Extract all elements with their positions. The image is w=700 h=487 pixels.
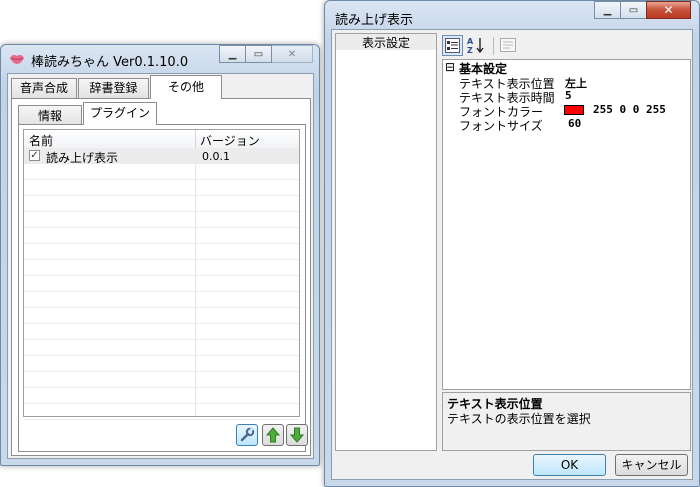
maximize-button[interactable]: ▭ xyxy=(245,45,272,63)
empty-row xyxy=(24,324,299,340)
empty-row xyxy=(24,404,299,420)
display-settings-window: 読み上げ表示 ▁ ▭ ✕ 表示設定 A Z ⊟ 基本設定 テキスト表示位置 左上… xyxy=(324,0,700,487)
close-icon: ✕ xyxy=(663,3,674,17)
minimize-icon: ▁ xyxy=(603,4,612,16)
empty-row xyxy=(24,228,299,244)
plugin-list[interactable]: 名前 バージョン ✓ 読み上げ表示 0.0.1 xyxy=(23,129,300,420)
move-down-button[interactable] xyxy=(286,424,308,446)
row-plugin-version: 0.0.1 xyxy=(202,150,230,163)
maximize-button[interactable]: ▭ xyxy=(620,1,647,19)
category-list[interactable]: 表示設定 xyxy=(335,33,437,451)
settings-window-client: 表示設定 A Z ⊟ 基本設定 テキスト表示位置 左上 テキスト表示時間 5 フ… xyxy=(331,29,693,480)
tab-dictionary[interactable]: 辞書登録 xyxy=(78,78,149,98)
arrow-up-icon xyxy=(266,427,280,443)
main-window-client: 音声合成 辞書登録 その他 情報 プラグイン 名前 バージョン ✓ 読み上げ表示… xyxy=(7,73,314,459)
list-body: ✓ 読み上げ表示 0.0.1 xyxy=(24,148,299,420)
arrow-down-icon xyxy=(290,427,304,443)
empty-row xyxy=(24,292,299,308)
maximize-icon: ▭ xyxy=(628,4,639,16)
empty-row xyxy=(24,260,299,276)
column-header-name[interactable]: 名前 xyxy=(29,132,53,149)
main-window: 棒読みちゃん Ver0.1.10.0 ▁ ▭ ✕ 音声合成 辞書登録 その他 情… xyxy=(0,44,320,466)
property-grid: ⊟ 基本設定 テキスト表示位置 左上 テキスト表示時間 5 フォントカラー 25… xyxy=(442,59,691,390)
color-swatch xyxy=(564,105,584,115)
plugins-panel: 名前 バージョン ✓ 読み上げ表示 0.0.1 xyxy=(18,124,308,452)
minimize-button[interactable]: ▁ xyxy=(594,1,621,19)
property-value[interactable]: 5 xyxy=(565,89,572,102)
empty-row xyxy=(24,196,299,212)
settings-window-titlebar[interactable]: 読み上げ表示 ▁ ▭ ✕ xyxy=(325,1,699,29)
empty-row xyxy=(24,276,299,292)
property-pages-icon xyxy=(500,38,516,52)
empty-row xyxy=(24,164,299,180)
settings-window-title: 読み上げ表示 xyxy=(335,13,414,28)
sort-az-icon: A Z xyxy=(467,37,484,55)
column-divider xyxy=(195,130,196,148)
empty-row xyxy=(24,340,299,356)
subtab-info[interactable]: 情報 xyxy=(18,105,82,125)
cancel-button[interactable]: キャンセル xyxy=(615,454,688,476)
close-icon: ✕ xyxy=(287,48,297,60)
description-text: テキストの表示位置を選択 xyxy=(447,412,591,426)
svg-text:Z: Z xyxy=(467,46,473,55)
column-header-version[interactable]: バージョン xyxy=(200,132,260,149)
property-row[interactable]: テキスト表示時間 5 xyxy=(443,89,690,105)
property-category-row[interactable]: ⊟ 基本設定 xyxy=(443,60,690,76)
minimize-icon: ▁ xyxy=(228,48,237,60)
tab-other[interactable]: その他 xyxy=(150,75,222,99)
minimize-button[interactable]: ▁ xyxy=(219,45,246,63)
svg-text:A: A xyxy=(467,37,474,46)
main-window-title: 棒読みちゃん Ver0.1.10.0 xyxy=(31,55,189,70)
alphabetical-view-button[interactable]: A Z xyxy=(466,35,487,56)
categorized-view-button[interactable] xyxy=(442,35,463,56)
property-label: フォントサイズ xyxy=(459,119,543,133)
property-row[interactable]: フォントサイズ 60 xyxy=(443,117,690,133)
tab-other-panel: 情報 プラグイン 名前 バージョン ✓ 読み上げ表示 0.0.1 xyxy=(11,98,311,456)
main-window-titlebar[interactable]: 棒読みちゃん Ver0.1.10.0 ▁ ▭ ✕ xyxy=(1,45,319,73)
ok-button[interactable]: OK xyxy=(533,454,606,476)
table-row[interactable]: ✓ 読み上げ表示 0.0.1 xyxy=(24,148,299,165)
list-header: 名前 バージョン xyxy=(24,130,299,149)
subtab-plugins[interactable]: プラグイン xyxy=(83,102,157,125)
property-toolbar: A Z xyxy=(440,33,690,59)
lips-icon xyxy=(10,54,24,64)
toolbar-separator xyxy=(493,37,494,55)
plugin-settings-button[interactable] xyxy=(236,424,258,446)
property-row[interactable]: フォントカラー 255 0 0 255 xyxy=(443,103,690,119)
collapse-icon[interactable]: ⊟ xyxy=(445,60,455,74)
property-value[interactable]: 255 0 0 255 xyxy=(593,103,666,116)
property-description-pane: テキスト表示位置 テキストの表示位置を選択 xyxy=(442,392,691,451)
category-item-display-settings[interactable]: 表示設定 xyxy=(336,34,436,50)
empty-row xyxy=(24,244,299,260)
property-pages-button[interactable] xyxy=(498,35,519,56)
empty-row xyxy=(24,388,299,404)
empty-row xyxy=(24,180,299,196)
property-row[interactable]: テキスト表示位置 左上 xyxy=(443,75,690,91)
empty-row xyxy=(24,372,299,388)
move-up-button[interactable] xyxy=(262,424,284,446)
tab-voice-synthesis[interactable]: 音声合成 xyxy=(11,78,77,98)
wrench-icon xyxy=(240,427,255,442)
empty-row xyxy=(24,308,299,324)
row-checkbox[interactable]: ✓ xyxy=(29,150,40,161)
empty-row xyxy=(24,356,299,372)
close-button[interactable]: ✕ xyxy=(646,1,691,19)
maximize-icon: ▭ xyxy=(253,48,264,60)
categorized-icon xyxy=(445,38,460,53)
close-button[interactable]: ✕ xyxy=(271,45,313,63)
property-value[interactable]: 60 xyxy=(568,117,581,130)
empty-row xyxy=(24,212,299,228)
